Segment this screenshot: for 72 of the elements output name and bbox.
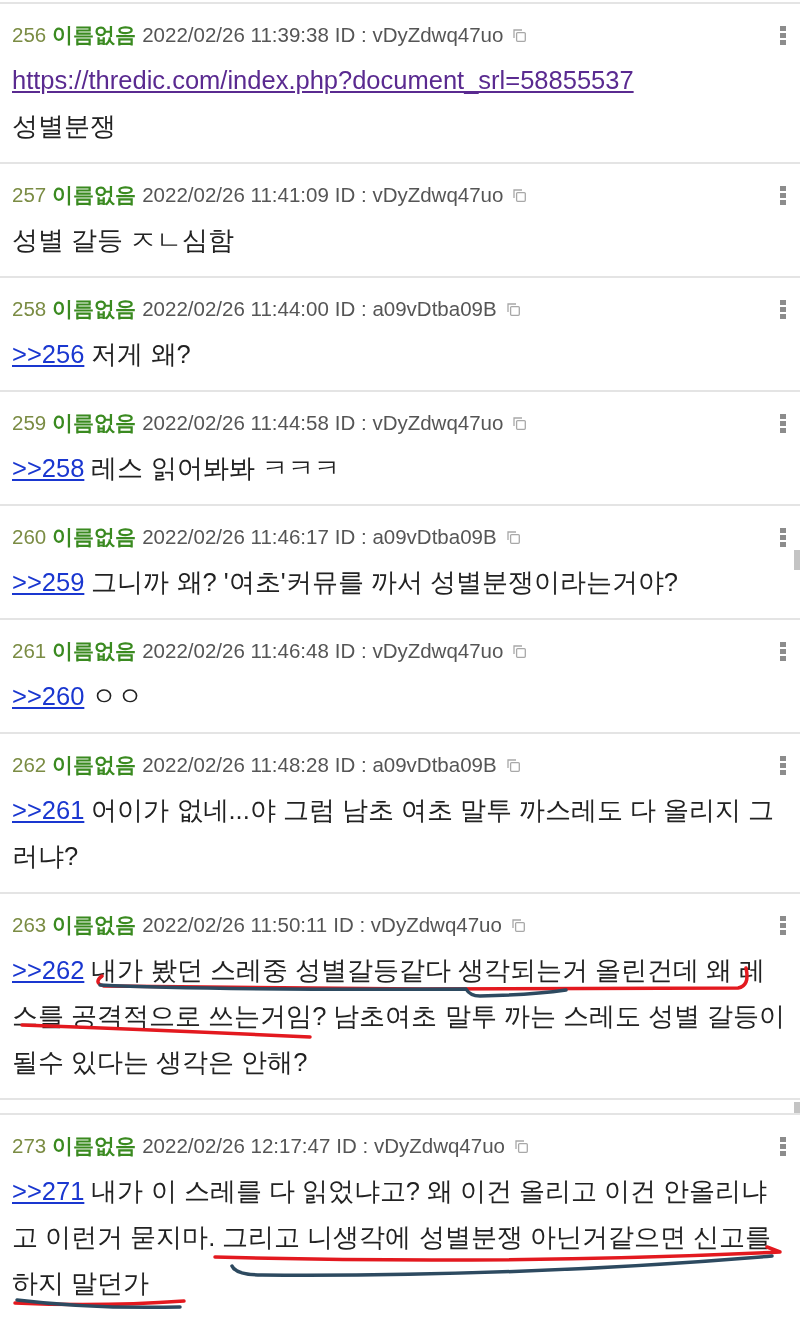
user-id: ID : a09vDtba09B — [334, 295, 497, 322]
more-options-icon[interactable] — [780, 755, 786, 775]
post-timestamp: 2022/02/26 11:46:48 — [142, 637, 329, 664]
post-number[interactable]: 257 — [12, 179, 47, 211]
reply-link[interactable]: >>256 — [12, 340, 85, 368]
post-number[interactable]: 258 — [12, 293, 47, 325]
more-options-icon[interactable] — [780, 915, 786, 935]
post-text: >>259 그니까 왜? '여초'커뮤를 까서 성별분쟁이라는거야? — [12, 567, 679, 598]
reply-link[interactable]: >>262 — [12, 956, 85, 984]
post-text: >>256 저게 왜? — [12, 339, 192, 370]
user-id: ID : vDyZdwq47uo — [334, 21, 504, 48]
post-timestamp: 2022/02/26 11:44:00 — [142, 295, 329, 322]
scrollbar-thumb[interactable] — [794, 550, 800, 570]
post-timestamp: 2022/02/26 11:50:11 — [142, 911, 328, 938]
reply-link[interactable]: >>271 — [12, 1177, 85, 1205]
post-text: >>258 레스 읽어봐봐 ㅋㅋㅋ — [12, 453, 341, 484]
post-timestamp: 2022/02/26 11:46:17 — [142, 523, 329, 550]
post-number[interactable]: 273 — [12, 1130, 47, 1162]
copy-icon[interactable] — [506, 530, 520, 544]
user-id: ID : vDyZdwq47uo — [334, 181, 504, 208]
post-text: 성별분쟁 — [12, 111, 117, 142]
poster-name: 이름없음 — [52, 21, 137, 48]
copy-icon[interactable] — [513, 644, 527, 658]
copy-icon[interactable] — [513, 416, 527, 430]
user-id: ID : vDyZdwq47uo — [334, 409, 504, 436]
user-id: ID : vDyZdwq47uo — [336, 1132, 505, 1159]
post-number[interactable]: 261 — [12, 635, 47, 667]
user-id: ID : vDyZdwq47uo — [334, 637, 504, 664]
more-options-icon[interactable] — [780, 413, 786, 433]
poster-name: 이름없음 — [52, 523, 137, 550]
scrollbar-thumb[interactable] — [794, 1102, 800, 1114]
copy-icon[interactable] — [514, 1139, 528, 1153]
poster-name: 이름없음 — [52, 181, 137, 208]
post-number[interactable]: 256 — [12, 19, 47, 51]
poster-name: 이름없음 — [52, 1132, 137, 1159]
user-id: ID : a09vDtba09B — [334, 523, 497, 550]
copy-icon[interactable] — [506, 758, 520, 772]
poster-name: 이름없음 — [52, 751, 137, 778]
user-id: ID : a09vDtba09B — [334, 751, 497, 778]
more-options-icon[interactable] — [780, 1136, 786, 1156]
copy-icon[interactable] — [506, 302, 520, 316]
post-number[interactable]: 262 — [12, 749, 47, 781]
post-timestamp: 2022/02/26 11:41:09 — [142, 181, 329, 208]
post-number[interactable]: 263 — [12, 909, 47, 941]
post-timestamp: 2022/02/26 12:17:47 — [142, 1132, 331, 1159]
post-number[interactable]: 260 — [12, 521, 47, 553]
post-text: >>260 ㅇㅇ — [12, 681, 145, 712]
more-options-icon[interactable] — [780, 185, 786, 205]
more-options-icon[interactable] — [780, 641, 786, 661]
poster-name: 이름없음 — [52, 295, 137, 322]
post-text: >>261 어이가 없네...야 그럼 남초 여초 말투 까스레도 다 올리지 그러냐? — [12, 795, 776, 872]
poster-name: 이름없음 — [52, 911, 137, 938]
more-options-icon[interactable] — [780, 527, 786, 547]
url-link[interactable]: https://thredic.com/index.php?document_srl=58855537 — [12, 66, 634, 94]
poster-name: 이름없음 — [52, 637, 137, 664]
post-timestamp: 2022/02/26 11:44:58 — [142, 409, 329, 436]
copy-icon[interactable] — [513, 28, 527, 42]
more-options-icon[interactable] — [780, 299, 786, 319]
copy-icon[interactable] — [511, 918, 525, 932]
user-id: ID : vDyZdwq47uo — [333, 911, 502, 938]
reply-link[interactable]: >>261 — [12, 796, 85, 824]
reply-link[interactable]: >>258 — [12, 454, 85, 482]
reply-link[interactable]: >>260 — [12, 682, 85, 710]
poster-name: 이름없음 — [52, 409, 137, 436]
post-text: 성별 갈등 ㅈㄴ심함 — [12, 225, 236, 256]
post-timestamp: 2022/02/26 11:48:28 — [142, 751, 329, 778]
more-options-icon[interactable] — [780, 25, 786, 45]
post-number[interactable]: 259 — [12, 407, 47, 439]
reply-link[interactable]: >>259 — [12, 568, 85, 596]
post-text: >>271 내가 이 스레를 다 읽었냐고? 왜 이건 올리고 이건 안올리냐고 이런거 묻지마. 그리고 니생각에 성별분쟁 아닌거같으면 신고를 하지 말던가 — [12, 1176, 772, 1299]
post-timestamp: 2022/02/26 11:39:38 — [142, 21, 329, 48]
copy-icon[interactable] — [513, 188, 527, 202]
